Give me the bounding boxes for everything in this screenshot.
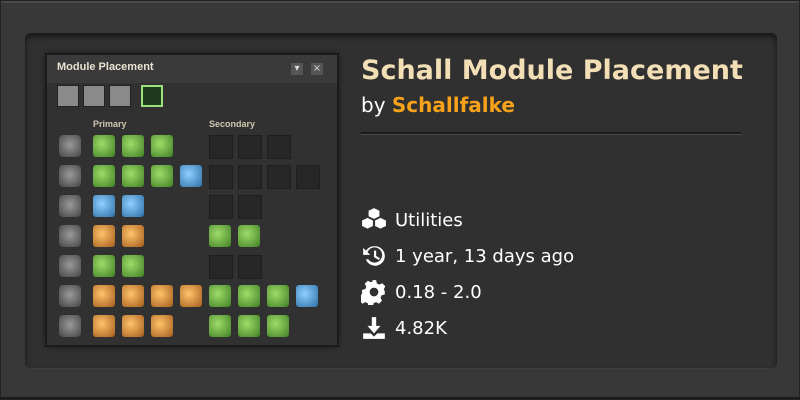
thumbnail-module-icon <box>122 135 144 157</box>
thumbnail-titlebar: Module Placement ▾ × <box>47 55 337 83</box>
thumbnail-module-icon <box>93 135 115 157</box>
thumbnail-machine-icon <box>59 315 81 337</box>
meta-category: Utilities <box>361 207 463 233</box>
thumbnail-module-icon <box>122 195 144 217</box>
thumbnail-module-icon <box>180 165 202 187</box>
thumbnail-empty-slot <box>209 135 233 159</box>
thumbnail-module-icon <box>209 315 231 337</box>
thumbnail-module-icon <box>209 225 231 247</box>
thumbnail-empty-slot <box>238 255 262 279</box>
thumbnail-copy-icon <box>83 85 105 107</box>
thumbnail-empty-slot <box>238 135 262 159</box>
thumbnail-module-icon <box>151 315 173 337</box>
thumbnail-module-icon <box>151 135 173 157</box>
thumbnail-machine-icon <box>59 165 81 187</box>
thumbnail-empty-slot <box>209 165 233 189</box>
thumbnail-paste-icon <box>109 85 131 107</box>
thumbnail-empty-slot <box>209 255 233 279</box>
thumbnail-module-icon <box>209 285 231 307</box>
thumbnail-module-icon <box>296 285 318 307</box>
byline-prefix: by <box>361 93 386 117</box>
gear-icon <box>361 280 386 305</box>
thumbnail-module-icon <box>93 165 115 187</box>
thumbnail-module-icon <box>93 315 115 337</box>
title-divider <box>361 132 741 134</box>
thumbnail-empty-slot <box>267 135 291 159</box>
thumbnail-machine-icon <box>59 285 81 307</box>
download-icon <box>363 317 385 339</box>
thumbnail-module-icon <box>122 165 144 187</box>
updated-label: 1 year, 13 days ago <box>395 245 575 267</box>
thumbnail-module-icon <box>267 285 289 307</box>
thumbnail-module-icon <box>267 315 289 337</box>
thumbnail-module-icon <box>238 315 260 337</box>
mod-title[interactable]: Schall Module Placement <box>361 55 743 86</box>
thumbnail-module-icon <box>238 285 260 307</box>
thumbnail-empty-slot <box>296 165 320 189</box>
thumbnail-module-icon <box>122 315 144 337</box>
meta-updated: 1 year, 13 days ago <box>361 243 574 269</box>
thumbnail-module-icon <box>122 255 144 277</box>
mod-card-frame: Module Placement ▾ × Primary Secondary S… <box>0 0 800 400</box>
thumbnail-module-icon <box>122 285 144 307</box>
thumbnail-machine-icon <box>59 255 81 277</box>
thumbnail-empty-slot <box>209 195 233 219</box>
category-label: Utilities <box>395 209 463 231</box>
mod-thumbnail[interactable]: Module Placement ▾ × Primary Secondary <box>47 55 337 345</box>
thumbnail-minimize-icon: ▾ <box>291 63 303 75</box>
thumbnail-trash-icon <box>57 85 79 107</box>
thumbnail-module-icon <box>93 195 115 217</box>
thumbnail-module-icon <box>93 255 115 277</box>
thumbnail-machine-icon <box>59 225 81 247</box>
thumbnail-col-secondary: Secondary <box>209 119 256 129</box>
meta-versions: 0.18 - 2.0 <box>361 279 482 305</box>
cubes-icon <box>362 208 386 229</box>
thumbnail-add-icon <box>141 85 163 107</box>
thumbnail-empty-slot <box>238 165 262 189</box>
thumbnail-module-icon <box>151 285 173 307</box>
meta-downloads: 4.82K <box>361 315 447 341</box>
thumbnail-module-icon <box>180 285 202 307</box>
thumbnail-module-icon <box>238 225 260 247</box>
thumbnail-module-icon <box>151 165 173 187</box>
thumbnail-window-title: Module Placement <box>57 61 154 73</box>
thumbnail-module-icon <box>122 225 144 247</box>
versions-label: 0.18 - 2.0 <box>395 281 482 303</box>
thumbnail-col-primary: Primary <box>93 119 127 129</box>
thumbnail-machine-icon <box>59 135 81 157</box>
mod-byline: by Schallfalke <box>361 93 515 117</box>
thumbnail-module-icon <box>93 285 115 307</box>
mod-author-link[interactable]: Schallfalke <box>392 93 515 117</box>
history-icon <box>363 246 385 266</box>
downloads-label: 4.82K <box>395 317 447 339</box>
thumbnail-empty-slot <box>267 165 291 189</box>
thumbnail-empty-slot <box>238 195 262 219</box>
thumbnail-close-icon: × <box>311 63 323 75</box>
thumbnail-module-icon <box>93 225 115 247</box>
thumbnail-machine-icon <box>59 195 81 217</box>
